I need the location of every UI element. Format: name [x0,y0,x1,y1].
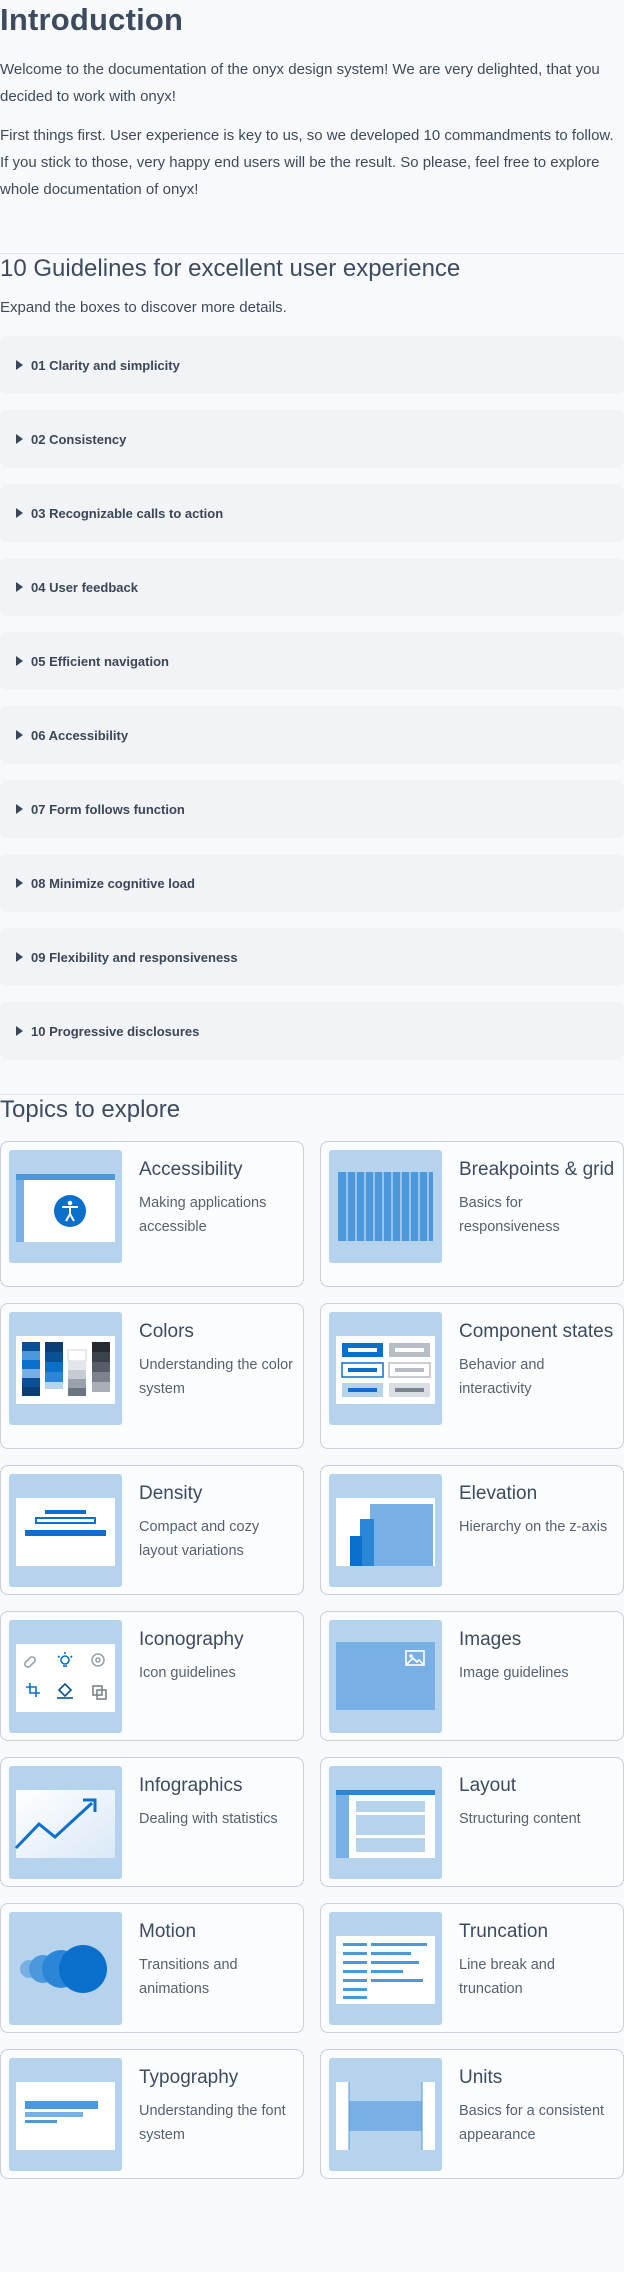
topic-card-accessibility[interactable]: Accessibility Making applications access… [0,1141,304,1287]
topic-card-typography[interactable]: Typography Understanding the font system [0,2049,304,2179]
topic-card-truncation[interactable]: Truncation Line break and truncation [320,1903,624,2033]
topic-description: Image guidelines [459,1665,569,1681]
guideline-item-clarity[interactable]: 01 Clarity and simplicity [0,336,624,394]
component-states-illustration-icon [329,1312,442,1425]
topic-title: Truncation [459,1921,549,1942]
topic-description: Transitions and animations [139,1957,238,1997]
topic-card-component-states[interactable]: Component states Behavior and interactiv… [320,1303,624,1449]
grid-illustration-icon [329,1150,442,1263]
topic-description: Understanding the font system [139,2103,286,2143]
topic-card-colors[interactable]: Colors Understanding the color system [0,1303,304,1449]
caret-right-icon [16,952,23,962]
guideline-item-calls-to-action[interactable]: 03 Recognizable calls to action [0,484,624,542]
topic-description: Hierarchy on the z-axis [459,1519,608,1535]
guideline-item-accessibility[interactable]: 06 Accessibility [0,706,624,764]
guideline-item-user-feedback[interactable]: 04 User feedback [0,558,624,616]
guideline-item-consistency[interactable]: 02 Consistency [0,410,624,468]
caret-right-icon [16,656,23,666]
topic-title: Units [459,2067,503,2088]
topic-title: Density [139,1483,203,1504]
topic-title: Images [459,1629,522,1650]
guideline-item-flexibility[interactable]: 09 Flexibility and responsiveness [0,928,624,986]
image-illustration-icon [329,1620,442,1733]
topic-title: Iconography [139,1629,244,1650]
topic-description: Line break and truncation [459,1957,555,1997]
units-illustration-icon [329,2058,442,2171]
caret-right-icon [16,434,23,444]
caret-right-icon [16,730,23,740]
documentation-page: Introduction Welcome to the documentatio… [0,0,624,2179]
topic-title: Motion [139,1921,197,1942]
topics-grid: Accessibility Making applications access… [0,1141,624,2179]
topic-card-motion[interactable]: Motion Transitions and animations [0,1903,304,2033]
topic-title: Colors [139,1321,194,1342]
page-title: Introduction [0,2,184,37]
topic-description: Understanding the color system [139,1357,293,1397]
density-illustration-icon [9,1474,122,1587]
topic-description: Icon guidelines [139,1665,236,1681]
icon-set-illustration-icon [9,1620,122,1733]
typography-illustration-icon [9,2058,122,2171]
caret-right-icon [16,1026,23,1036]
guideline-label: 01 Clarity and simplicity [31,357,180,373]
caret-right-icon [16,804,23,814]
topic-card-iconography[interactable]: Iconography Icon guidelines [0,1611,304,1741]
text-lines-illustration-icon [329,1912,442,2025]
topic-description: Structuring content [459,1811,581,1827]
topic-description: Compact and cozy layout variations [139,1519,260,1559]
guidelines-subtitle: Expand the boxes to discover more detail… [0,299,287,316]
caret-right-icon [16,582,23,592]
guideline-label: 02 Consistency [31,431,127,447]
guideline-item-navigation[interactable]: 05 Efficient navigation [0,632,624,690]
guideline-item-cognitive-load[interactable]: 08 Minimize cognitive load [0,854,624,912]
guideline-label: 06 Accessibility [31,727,129,743]
guideline-label: 10 Progressive disclosures [31,1023,200,1039]
guideline-item-progressive-disclosures[interactable]: 10 Progressive disclosures [0,1002,624,1060]
topic-card-layout[interactable]: Layout Structuring content [320,1757,624,1887]
topic-card-units[interactable]: Units Basics for a consistent appearance [320,2049,624,2179]
intro-paragraph-commandments: First things first. User experience is k… [0,127,614,198]
topic-title: Breakpoints & grid [459,1159,615,1180]
topic-title: Typography [139,2067,239,2088]
guideline-label: 08 Minimize cognitive load [31,875,195,891]
topic-title: Elevation [459,1483,538,1504]
topic-card-images[interactable]: Images Image guidelines [320,1611,624,1741]
trend-chart-illustration-icon [9,1766,122,1879]
topic-title: Infographics [139,1775,243,1796]
topic-description: Dealing with statistics [139,1811,278,1827]
topic-description: Making applications accessible [139,1195,267,1235]
topic-title: Accessibility [139,1159,243,1180]
guideline-label: 09 Flexibility and responsiveness [31,949,238,965]
guideline-label: 03 Recognizable calls to action [31,505,224,521]
topic-card-infographics[interactable]: Infographics Dealing with statistics [0,1757,304,1887]
accessibility-illustration-icon [9,1150,122,1263]
topic-card-breakpoints-grid[interactable]: Breakpoints & grid Basics for responsive… [320,1141,624,1287]
topic-description: Basics for a consistent appearance [459,2103,605,2143]
topic-description: Behavior and interactivity [459,1357,545,1397]
color-swatches-illustration-icon [9,1312,122,1425]
layout-illustration-icon [329,1766,442,1879]
guidelines-heading: 10 Guidelines for excellent user experie… [0,255,461,282]
caret-right-icon [16,508,23,518]
guidelines-accordion: 01 Clarity and simplicity 02 Consistency… [0,336,624,1060]
topic-card-elevation[interactable]: Elevation Hierarchy on the z-axis [320,1465,624,1595]
caret-right-icon [16,878,23,888]
guideline-label: 07 Form follows function [31,801,185,817]
topic-card-density[interactable]: Density Compact and cozy layout variatio… [0,1465,304,1595]
topic-title: Layout [459,1775,517,1796]
guideline-label: 05 Efficient navigation [31,653,169,669]
motion-circles-illustration-icon [9,1912,122,2025]
guideline-label: 04 User feedback [31,579,138,595]
topic-description: Basics for responsiveness [459,1195,560,1235]
topic-title: Component states [459,1321,614,1342]
topics-heading: Topics to explore [0,1096,181,1123]
guideline-item-form-follows-function[interactable]: 07 Form follows function [0,780,624,838]
intro-paragraph-welcome: Welcome to the documentation of the onyx… [0,61,600,105]
caret-right-icon [16,360,23,370]
elevation-illustration-icon [329,1474,442,1587]
